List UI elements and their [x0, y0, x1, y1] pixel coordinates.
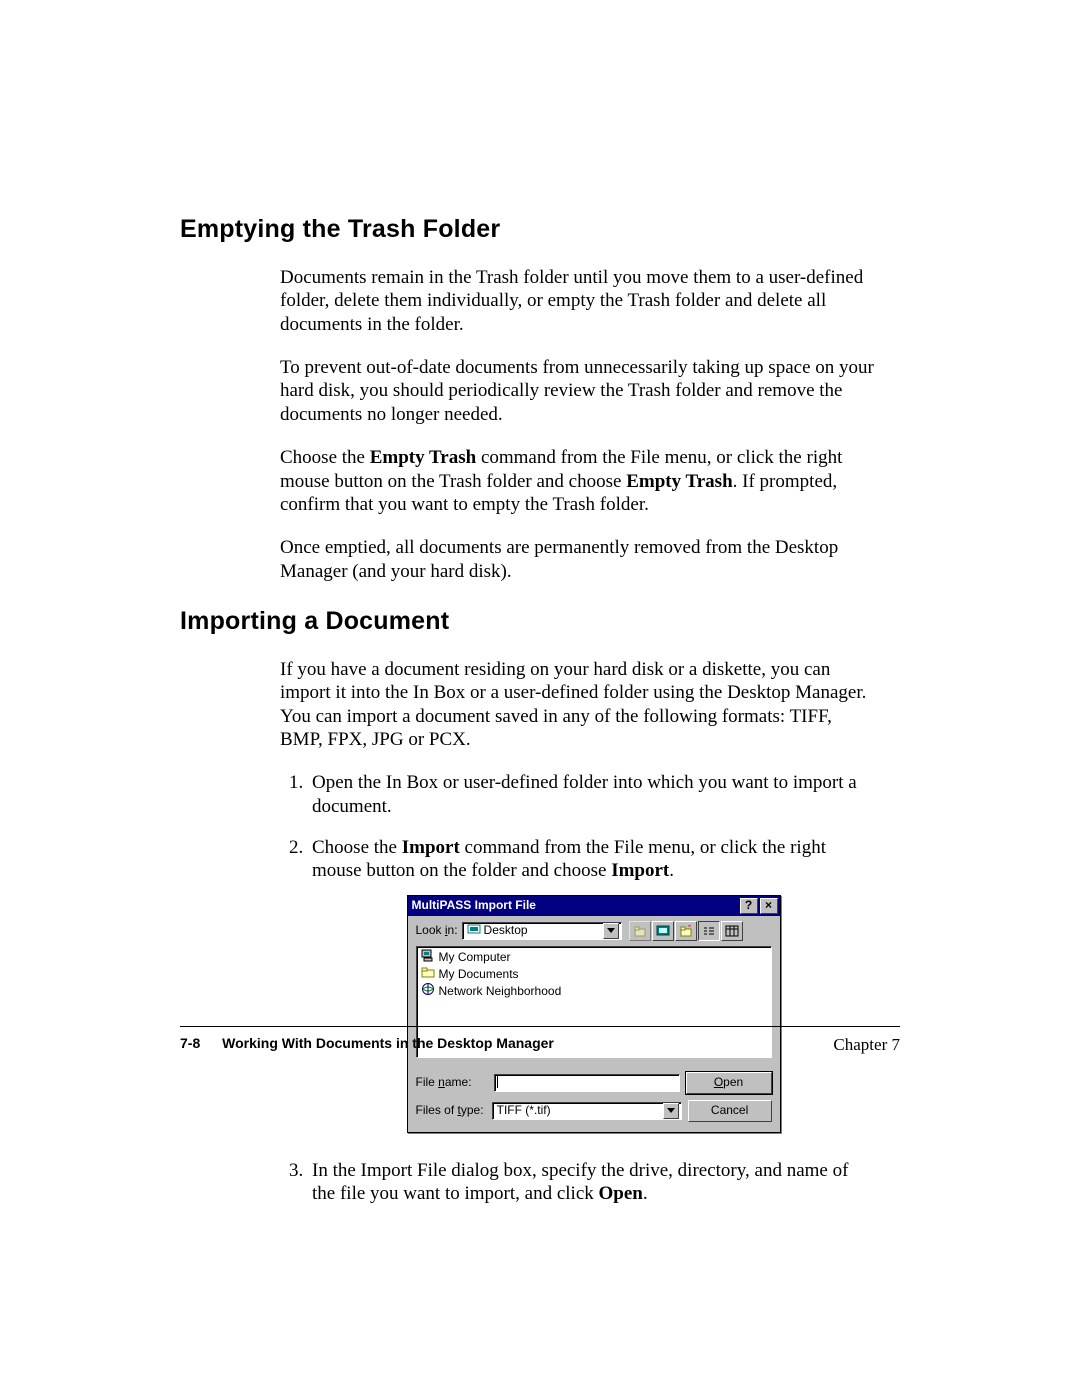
cancel-button[interactable]: Cancel: [688, 1100, 772, 1122]
dialog-title: MultiPASS Import File: [412, 898, 738, 913]
section-emptying-body: Documents remain in the Trash folder unt…: [280, 266, 875, 583]
open-button[interactable]: Open: [686, 1072, 772, 1094]
item-label: Network Neighborhood: [439, 984, 562, 999]
item-label: My Documents: [439, 967, 519, 982]
lookin-row: Look in: Desktop: [408, 916, 780, 944]
list-item[interactable]: My Documents: [421, 966, 767, 983]
chapter-label: Chapter 7: [833, 1035, 900, 1055]
step-item: Choose the Import command from the File …: [308, 836, 875, 1133]
lookin-combo[interactable]: Desktop: [462, 922, 622, 940]
heading-importing: Importing a Document: [180, 607, 900, 636]
divider: [180, 1026, 900, 1027]
text: ame:: [445, 1075, 472, 1089]
computer-icon: [421, 949, 435, 966]
paragraph: Choose the Empty Trash command from the …: [280, 446, 875, 516]
paragraph: If you have a document residing on your …: [280, 658, 875, 751]
text: n: [438, 1075, 445, 1089]
list-view-button[interactable]: [698, 921, 720, 941]
lookin-value: Desktop: [465, 923, 603, 939]
close-button[interactable]: ×: [760, 898, 778, 914]
desktop-icon: [467, 923, 481, 939]
folder-icon: [421, 966, 435, 982]
svg-text:*: *: [688, 925, 691, 932]
network-icon: [421, 983, 435, 1000]
lookin-label: Look in:: [416, 923, 458, 938]
text: Desktop: [484, 923, 528, 938]
paragraph: Once emptied, all documents are permanen…: [280, 536, 875, 583]
text: Choose the: [280, 447, 370, 468]
page-number: 7-8: [180, 1035, 200, 1051]
text: pen: [723, 1075, 743, 1089]
dialog-figure: MultiPASS Import File ? × Look in:: [312, 895, 875, 1133]
document-page: Emptying the Trash Folder Documents rema…: [0, 0, 1080, 1397]
paragraph: Documents remain in the Trash folder unt…: [280, 266, 875, 336]
text: ype:: [461, 1103, 484, 1117]
paragraph: To prevent out-of-date documents from un…: [280, 356, 875, 426]
new-folder-button[interactable]: *: [675, 921, 697, 941]
page-footer: 7-8 Working With Documents in the Deskto…: [180, 1026, 900, 1055]
text: In the Import File dialog box, specify t…: [312, 1160, 848, 1204]
step-item: Open the In Box or user-defined folder i…: [308, 771, 875, 818]
footer-left: 7-8 Working With Documents in the Deskto…: [180, 1035, 554, 1055]
dropdown-icon[interactable]: [663, 1103, 679, 1119]
numbered-steps: Open the In Box or user-defined folder i…: [280, 771, 875, 1205]
filename-input[interactable]: [494, 1074, 680, 1092]
text-caret: [497, 1076, 498, 1088]
bold-text: Empty Trash: [626, 471, 732, 492]
filetype-value: TIFF (*.tif): [495, 1103, 663, 1118]
bold-text: Empty Trash: [370, 447, 476, 468]
dialog-titlebar: MultiPASS Import File ? ×: [408, 896, 780, 916]
text: Look: [416, 923, 445, 937]
help-button[interactable]: ?: [740, 898, 758, 914]
text: File: [416, 1075, 439, 1089]
list-item[interactable]: My Computer: [421, 949, 767, 966]
dropdown-icon[interactable]: [603, 923, 619, 939]
text: n:: [448, 923, 458, 937]
filetype-combo[interactable]: TIFF (*.tif): [492, 1102, 682, 1120]
text: .: [643, 1183, 648, 1204]
heading-emptying-trash: Emptying the Trash Folder: [180, 215, 900, 244]
bold-text: Open: [599, 1183, 643, 1204]
text: Files of: [416, 1103, 458, 1117]
bold-text: Import: [611, 860, 669, 881]
desktop-button[interactable]: [652, 921, 674, 941]
filename-label: File name:: [416, 1075, 488, 1090]
text: Choose the: [312, 837, 402, 858]
item-label: My Computer: [439, 950, 511, 965]
bold-text: Import: [402, 837, 460, 858]
step-item: In the Import File dialog box, specify t…: [308, 1159, 875, 1206]
details-view-button[interactable]: [721, 921, 743, 941]
section-importing-body: If you have a document residing on your …: [280, 658, 875, 1206]
up-one-level-button[interactable]: [629, 921, 651, 941]
list-item[interactable]: Network Neighborhood: [421, 983, 767, 1000]
text: .: [669, 860, 674, 881]
filetype-label: Files of type:: [416, 1103, 486, 1118]
text: O: [714, 1075, 723, 1089]
import-file-dialog: MultiPASS Import File ? × Look in:: [407, 895, 781, 1133]
section-name: Working With Documents in the Desktop Ma…: [222, 1035, 554, 1051]
dialog-bottom: File name: Open: [408, 1064, 780, 1132]
